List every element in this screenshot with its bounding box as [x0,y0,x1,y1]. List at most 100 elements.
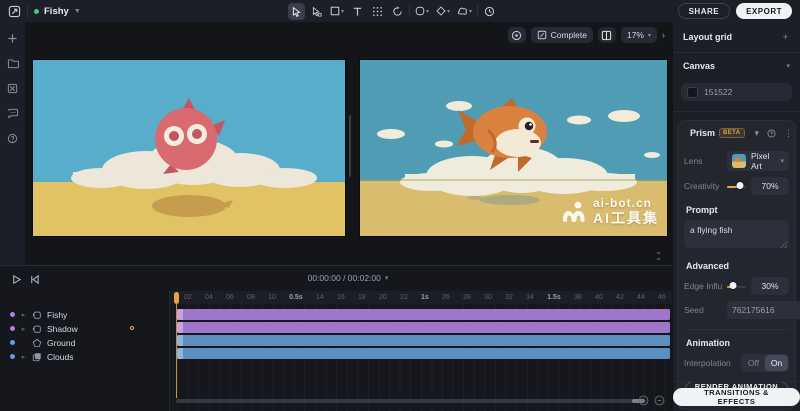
skip-to-start-button[interactable] [26,271,42,287]
prism-menu-button[interactable]: ⋮ [782,128,795,139]
timecode-display[interactable]: 00:00:00 / 00:02:00 ▾ [308,273,389,283]
interpolation-on-button[interactable]: On [765,355,788,371]
right-sidebar: Layout grid + Canvas ▾ 151522 Prism BETA… [672,22,800,411]
play-button[interactable] [8,271,24,287]
transitions-footer: TRANSITIONS & EFFECTS [673,381,800,411]
track-bar-clouds[interactable] [177,348,670,359]
layer-color-dot [10,326,15,331]
diamond-shape-button[interactable]: ▾ [434,3,452,20]
blob-shape-button[interactable]: ▾ [455,3,474,20]
ruler-tick: 1.5s [547,294,561,301]
edge-influence-value[interactable]: 30% [751,277,789,295]
track-bar-ground[interactable] [177,335,670,346]
timeline-horizontal-scrollbar[interactable] [176,399,638,403]
canvas-section-header[interactable]: Canvas ▾ [673,53,800,79]
help-button[interactable] [5,130,21,146]
onion-skin-button[interactable] [508,27,526,43]
layers-icon [32,352,42,362]
timeline-zoom-out-button[interactable] [653,394,666,407]
transform-tool-button[interactable] [389,3,406,20]
canvas-color-swatch [687,87,698,98]
lens-value: Pixel Art [751,151,775,171]
chevron-right-icon[interactable]: ▸ [20,353,27,361]
layer-row-shadow[interactable]: ▸ Shadow [0,322,170,335]
timeline-zoom-in-button[interactable] [637,394,650,407]
layer-color-dot [10,354,15,359]
shape-library-button[interactable]: ▾ [413,3,431,20]
transport-bar: 00:00:00 / 00:02:00 ▾ [0,266,672,291]
track-bar-shadow[interactable] [177,322,670,333]
chevron-down-icon: ▾ [341,8,344,15]
ruler-tick: 32 [505,294,513,301]
select-tool-button[interactable] [288,3,305,20]
chevron-right-icon[interactable]: ▸ [20,311,27,319]
text-tool-button[interactable] [349,3,366,20]
collapse-timeline-button[interactable]: ⌄⌄ [655,249,662,261]
direct-select-tool-button[interactable] [308,3,325,20]
prism-collapse-button[interactable]: ▾ [753,128,762,139]
layout-grid-title: Layout grid [683,32,732,42]
transitions-effects-button[interactable]: TRANSITIONS & EFFECTS [673,388,800,406]
chevron-right-icon[interactable]: ▸ [20,325,27,333]
lens-label: Lens [684,156,722,166]
lens-thumbnail [732,154,746,168]
ruler-tick: 10 [268,294,276,301]
seed-input[interactable] [732,305,800,315]
ruler-tick: 02 [184,294,192,301]
playhead-handle[interactable] [174,292,179,304]
advanced-label: Advanced [684,261,789,271]
chevron-down-icon: ▾ [426,8,429,15]
edge-influence-slider[interactable] [727,281,746,291]
assets-button[interactable] [5,80,21,96]
zoom-level-dropdown[interactable]: 17% ▾ [621,27,657,43]
blob-icon [457,6,468,16]
layer-row-ground[interactable]: Ground [0,336,170,349]
animation-frame-source[interactable] [33,60,345,236]
canvas-stage[interactable]: Complete 17% ▾ › [25,22,672,265]
share-button[interactable]: SHARE [678,3,731,19]
node-cursor-icon [311,6,322,17]
ruler-tick: 38 [574,294,582,301]
split-view-button[interactable] [598,27,616,43]
frames-icon [32,310,42,320]
polygon-icon [32,338,42,348]
app-logo-icon[interactable] [8,5,21,18]
frame-state-button[interactable]: Complete [531,27,593,43]
layer-row-clouds[interactable]: ▸ Clouds [0,350,170,363]
interpolation-row: Interpolation Off On [684,354,789,372]
creativity-slider[interactable] [727,181,746,191]
creativity-value[interactable]: 70% [751,177,789,195]
next-frame-button[interactable]: › [662,30,665,40]
add-layout-grid-button[interactable]: + [781,32,790,42]
plus-icon [7,33,18,44]
timeline-ruler[interactable]: 02040608100.5s14161820221s26283032341.5s… [170,291,672,304]
dotted-grid-icon [372,6,383,17]
files-button[interactable] [5,55,21,71]
stage-vertical-scrollbar[interactable] [349,115,351,177]
timeline-panel: 00:00:00 / 00:02:00 ▾ ▸ Fishy ▸ Shadow [0,265,672,411]
track-bar-fishy[interactable] [177,309,670,320]
layer-row-fishy[interactable]: ▸ Fishy [0,308,170,321]
scene-puffer-fish-beach [33,60,345,236]
shape-tool-button[interactable]: ▾ [328,3,346,20]
canvas-color-field[interactable]: 151522 [681,83,792,101]
history-button[interactable] [481,3,498,20]
export-button[interactable]: EXPORT [736,3,792,19]
track-area[interactable] [170,304,672,411]
pixel-grid-tool-button[interactable] [369,3,386,20]
project-menu-button[interactable]: Fishy ▼ [34,6,81,17]
ruler-tick: 44 [637,294,645,301]
prism-help-button[interactable] [765,129,778,138]
edge-influence-row: Edge Influe... 30% [684,277,789,295]
add-button[interactable] [5,30,21,46]
keyframe-indicator[interactable] [130,326,134,330]
prompt-input[interactable]: a flying fish [684,220,789,248]
lens-dropdown[interactable]: Pixel Art ▾ [727,151,789,171]
interpolation-off-button[interactable]: Off [742,355,765,371]
seed-field[interactable] [727,301,800,319]
project-name: Fishy [44,6,69,17]
animation-frame-rendered[interactable]: ai-bot.cn AI工具集 [360,60,667,236]
ruler-tick: 1s [421,294,429,301]
beta-badge: BETA [719,128,745,138]
comments-button[interactable] [5,105,21,121]
